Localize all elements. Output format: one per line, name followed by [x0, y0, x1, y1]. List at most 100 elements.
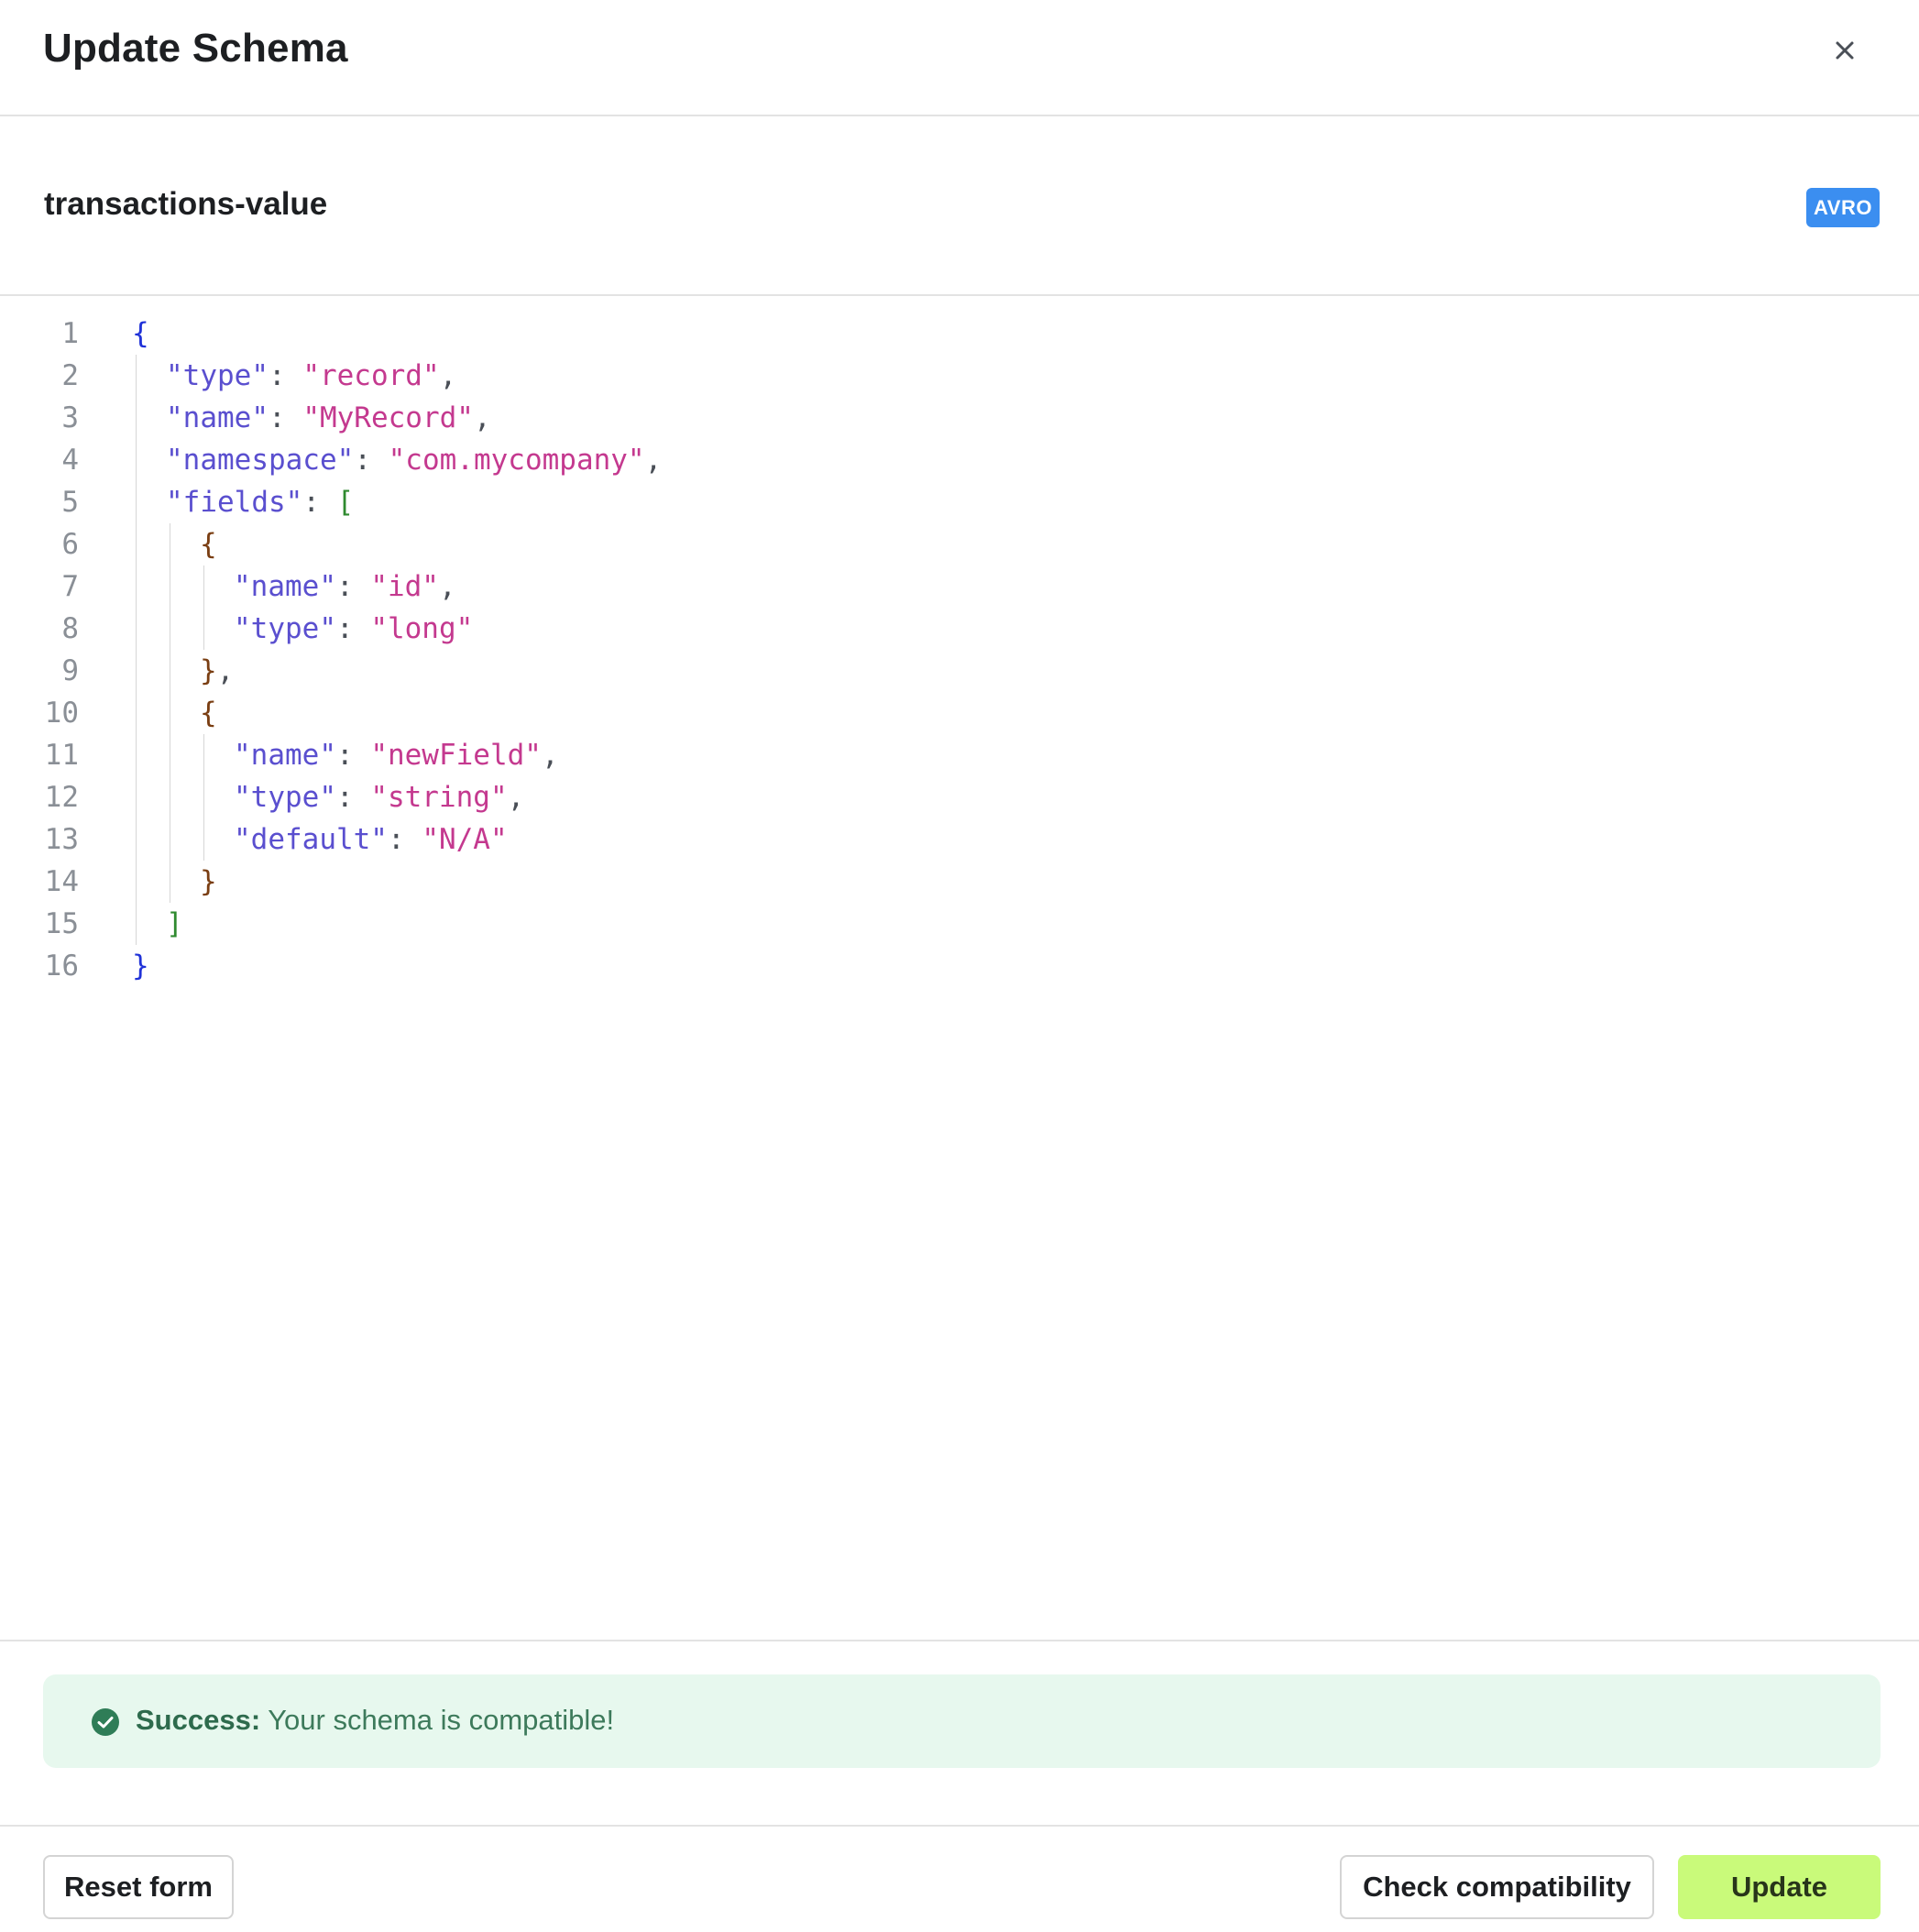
- code-line: 12 "type": "string",: [0, 776, 1919, 818]
- code-line: 7 "name": "id",: [0, 565, 1919, 608]
- code-token: "type": [234, 781, 336, 814]
- code-content: }: [132, 945, 149, 987]
- code-token: }: [200, 654, 217, 687]
- alert-label: Success:: [136, 1704, 261, 1736]
- code-token: {: [200, 528, 217, 561]
- code-token: "fields": [166, 486, 303, 519]
- code-token: "type": [166, 359, 269, 392]
- code-token: ,: [216, 654, 235, 687]
- code-token: "type": [234, 612, 336, 645]
- code-content: "default": "N/A": [234, 818, 508, 861]
- code-token: }: [200, 865, 217, 898]
- code-line: 14}: [0, 861, 1919, 903]
- indent-guide: [203, 734, 204, 861]
- code-token: {: [132, 317, 149, 350]
- line-number: 3: [61, 401, 79, 434]
- code-line: 16}: [0, 945, 1919, 987]
- code-token: :: [354, 444, 389, 477]
- schema-code-editor[interactable]: 1{2 "type": "record", 3 "name": "MyRecord",…: [0, 298, 1919, 1641]
- code-content: "type": "record",: [166, 355, 456, 397]
- indent-guide: [203, 565, 204, 650]
- code-content: "fields": [: [166, 481, 354, 523]
- code-content: "name": "id",: [234, 565, 456, 608]
- code-token: :: [335, 739, 371, 772]
- code-line: 6{: [0, 523, 1919, 565]
- line-number: 10: [44, 697, 79, 730]
- code-token: "default": [234, 823, 388, 856]
- line-number: 6: [61, 528, 79, 561]
- update-schema-dialog: Update Schema transactions-value AVRO 1{…: [0, 0, 1919, 1932]
- update-button[interactable]: Update: [1678, 1855, 1881, 1919]
- code-token: "com.mycompany": [388, 444, 645, 477]
- line-number: 16: [44, 950, 79, 982]
- close-icon: [1836, 41, 1854, 60]
- code-line: 8 "type": "long": [0, 608, 1919, 650]
- check-circle-icon: [92, 1708, 119, 1736]
- line-number: 4: [61, 444, 79, 477]
- code-token: "name": [234, 570, 336, 603]
- alert-message: Your schema is compatible!: [260, 1704, 615, 1736]
- code-token: "MyRecord": [302, 401, 474, 434]
- code-line: 9},: [0, 650, 1919, 692]
- code-token: :: [302, 486, 337, 519]
- subject-name: transactions-value: [44, 186, 328, 222]
- code-token: :: [335, 612, 371, 645]
- code-content: "type": "string",: [234, 776, 524, 818]
- code-content: "type": "long": [234, 608, 473, 650]
- code-content: "namespace": "com.mycompany",: [166, 439, 662, 481]
- close-button[interactable]: [1824, 29, 1866, 71]
- reset-form-button[interactable]: Reset form: [43, 1855, 234, 1919]
- line-number: 2: [61, 359, 79, 392]
- code-line: 11 "name": "newField",: [0, 734, 1919, 776]
- code-token: "N/A": [422, 823, 508, 856]
- line-number: 9: [61, 654, 79, 687]
- code-line: 2 "type": "record",: [0, 355, 1919, 397]
- line-number: 5: [61, 486, 79, 519]
- code-token: {: [200, 697, 217, 730]
- line-number: 12: [44, 781, 79, 814]
- code-content: ]: [166, 903, 183, 945]
- schema-format-badge: AVRO: [1806, 188, 1880, 227]
- code-line: 15]: [0, 903, 1919, 945]
- code-token: :: [268, 359, 303, 392]
- dialog-footer: Reset form Check compatibility Update: [0, 1825, 1919, 1932]
- subject-row: transactions-value AVRO: [0, 116, 1919, 296]
- check-compatibility-button[interactable]: Check compatibility: [1340, 1855, 1654, 1919]
- line-number: 8: [61, 612, 79, 645]
- code-token: ]: [166, 907, 183, 940]
- line-number: 1: [61, 317, 79, 350]
- compatibility-alert: Success: Your schema is compatible!: [43, 1674, 1881, 1768]
- code-content: {: [200, 523, 217, 565]
- code-token: ,: [439, 359, 457, 392]
- code-line: 4 "namespace": "com.mycompany",: [0, 439, 1919, 481]
- code-token: "name": [234, 739, 336, 772]
- code-token: ,: [541, 739, 559, 772]
- dialog-title: Update Schema: [43, 26, 348, 71]
- code-token: [: [336, 486, 355, 519]
- code-token: ,: [644, 444, 663, 477]
- code-token: "long": [370, 612, 474, 645]
- code-token: }: [132, 950, 149, 982]
- code-content: {: [200, 692, 217, 734]
- code-content: }: [200, 861, 217, 903]
- code-token: :: [268, 401, 303, 434]
- code-line: 5 "fields": [: [0, 481, 1919, 523]
- code-line: 1{: [0, 313, 1919, 355]
- code-line: 10 {: [0, 692, 1919, 734]
- code-content: "name": "MyRecord",: [166, 397, 491, 439]
- code-token: "newField": [370, 739, 542, 772]
- code-token: :: [335, 570, 371, 603]
- code-token: ,: [507, 781, 525, 814]
- code-token: "id": [370, 570, 439, 603]
- indent-guide: [136, 355, 137, 945]
- code-token: :: [335, 781, 371, 814]
- dialog-header: Update Schema: [0, 0, 1919, 116]
- line-number: 15: [44, 907, 79, 940]
- line-number: 11: [44, 739, 79, 772]
- code-line: 13 "default": "N/A": [0, 818, 1919, 861]
- code-token: "string": [370, 781, 508, 814]
- line-number: 14: [44, 865, 79, 898]
- code-content: },: [200, 650, 234, 692]
- line-number: 7: [61, 570, 79, 603]
- code-content: "name": "newField",: [234, 734, 559, 776]
